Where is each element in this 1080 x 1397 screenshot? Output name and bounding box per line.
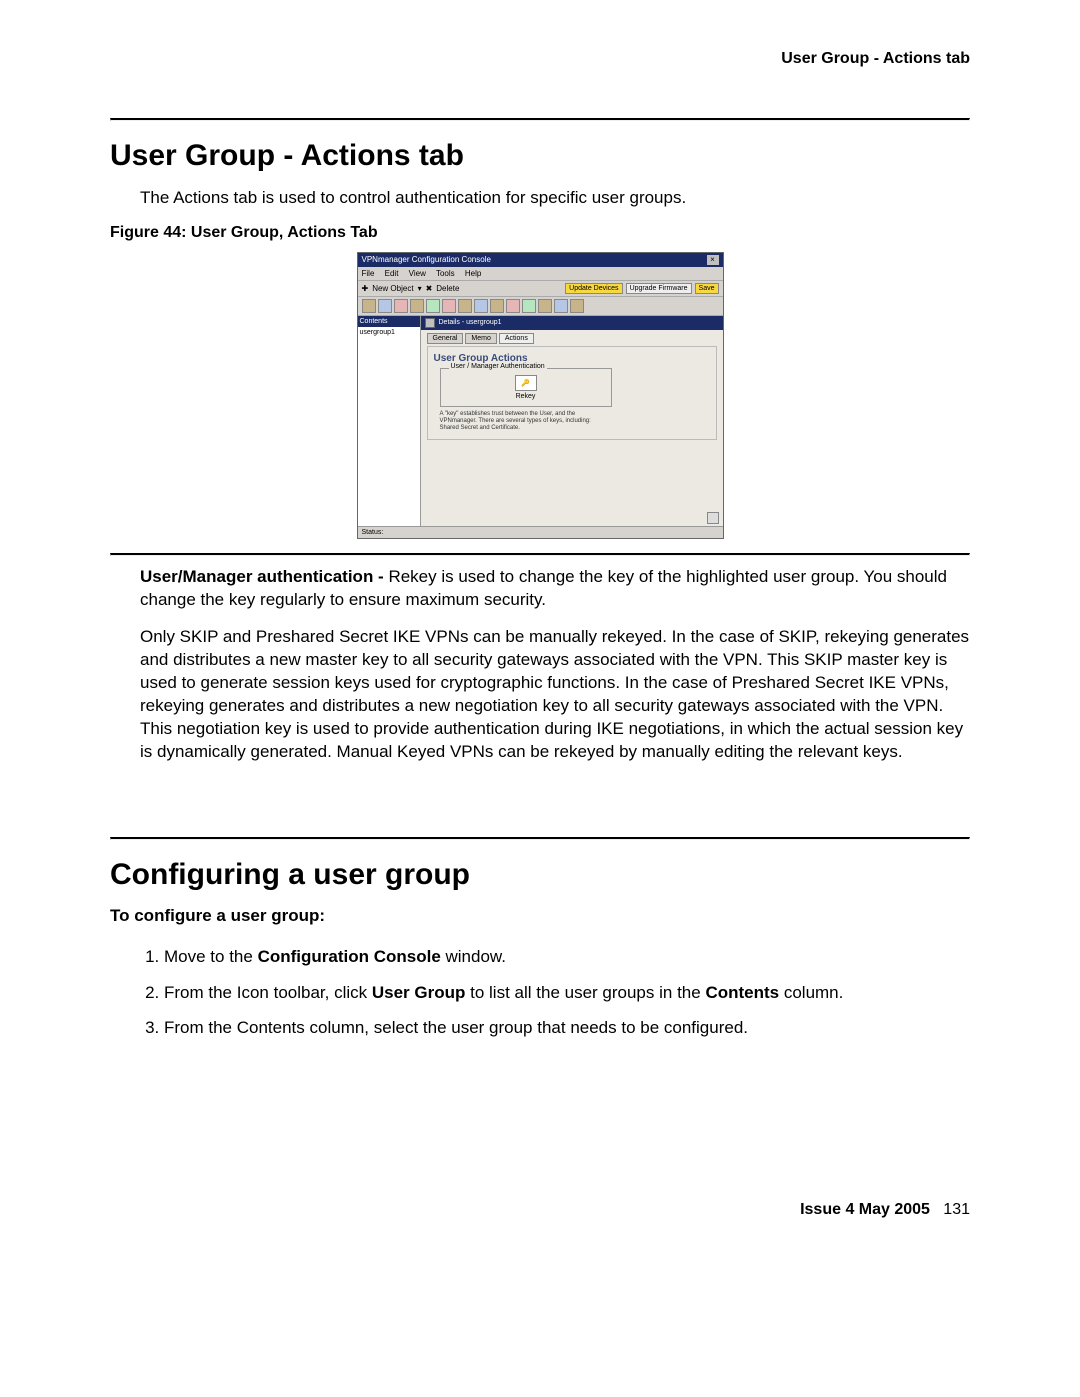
close-icon[interactable]: × <box>707 255 719 265</box>
tab-memo[interactable]: Memo <box>465 333 496 344</box>
contents-item[interactable]: usergroup1 <box>358 327 420 338</box>
step-1: Move to the Configuration Console window… <box>164 943 970 970</box>
mock-window: VPNmanager Configuration Console × File … <box>357 252 724 539</box>
menu-view[interactable]: View <box>409 269 426 278</box>
contents-header: Contents <box>358 316 420 327</box>
toolbar-icon[interactable] <box>442 299 456 313</box>
toolbar-icon[interactable] <box>394 299 408 313</box>
steps-list: Move to the Configuration Console window… <box>110 943 970 1041</box>
new-object-label[interactable]: New Object <box>372 284 413 293</box>
toolbar-icon[interactable] <box>554 299 568 313</box>
rule-top <box>110 118 970 121</box>
dropdown-icon[interactable]: ▾ <box>418 284 422 293</box>
upgrade-firmware-button[interactable]: Upgrade Firmware <box>626 283 692 294</box>
step-bold: User Group <box>372 983 466 1002</box>
step-bold: Configuration Console <box>258 947 441 966</box>
status-bar: Status: <box>358 526 723 538</box>
rule-sec2 <box>110 837 970 840</box>
delete-icon[interactable]: ✖ <box>426 284 433 293</box>
step-bold: Contents <box>705 983 779 1002</box>
step-text: Move to the <box>164 947 258 966</box>
toolbar-icon[interactable] <box>570 299 584 313</box>
mock-toolbar: ✚ New Object ▾ ✖ Delete Update Devices U… <box>358 281 723 297</box>
toolbar-icon[interactable] <box>426 299 440 313</box>
page-footer: Issue 4 May 2005 131 <box>110 1201 970 1219</box>
section1-intro: The Actions tab is used to control authe… <box>140 187 970 210</box>
auth-description: A "key" establishes trust between the Us… <box>440 411 610 433</box>
menu-file[interactable]: File <box>362 269 375 278</box>
menu-edit[interactable]: Edit <box>385 269 399 278</box>
save-button[interactable]: Save <box>695 283 719 294</box>
footer-issue: Issue 4 May 2005 <box>800 1201 930 1218</box>
menu-help[interactable]: Help <box>465 269 481 278</box>
figure-caption: Figure 44: User Group, Actions Tab <box>110 224 970 242</box>
tabs-row: General Memo Actions <box>421 330 723 344</box>
update-devices-button[interactable]: Update Devices <box>565 283 622 294</box>
step-3: From the Contents column, select the use… <box>164 1014 970 1041</box>
rule-mid <box>110 553 970 556</box>
tab-general[interactable]: General <box>427 333 464 344</box>
details-panel: Details - usergroup1 General Memo Action… <box>421 316 723 526</box>
step-text: to list all the user groups in the <box>465 983 705 1002</box>
section2-title: Configuring a user group <box>110 858 970 892</box>
toolbar-icon[interactable] <box>362 299 376 313</box>
paragraph-auth: User/Manager authentication - Rekey is u… <box>140 566 970 612</box>
resize-icon[interactable] <box>707 512 719 524</box>
toolbar-icon[interactable] <box>474 299 488 313</box>
mock-titlebar: VPNmanager Configuration Console × <box>358 253 723 267</box>
details-header: Details - usergroup1 <box>421 316 723 330</box>
actions-panel: User Group Actions User / Manager Authen… <box>427 346 717 440</box>
step-text: window. <box>441 947 506 966</box>
icon-toolbar <box>358 297 723 316</box>
rekey-button[interactable]: Rekey <box>451 393 601 400</box>
menu-tools[interactable]: Tools <box>436 269 455 278</box>
paragraph-skip: Only SKIP and Preshared Secret IKE VPNs … <box>140 626 970 764</box>
new-object-icon[interactable]: ✚ <box>362 284 369 293</box>
step-text: column. <box>779 983 843 1002</box>
auth-groupbox: User / Manager Authentication 🔑 Rekey <box>440 368 612 407</box>
tab-actions[interactable]: Actions <box>499 333 534 344</box>
step-2: From the Icon toolbar, click User Group … <box>164 979 970 1006</box>
details-title: Details - usergroup1 <box>439 319 502 326</box>
toolbar-icon[interactable] <box>538 299 552 313</box>
toolbar-icon[interactable] <box>458 299 472 313</box>
delete-label[interactable]: Delete <box>436 284 459 293</box>
toolbar-icon[interactable] <box>410 299 424 313</box>
step-text: From the Icon toolbar, click <box>164 983 372 1002</box>
groupbox-legend: User / Manager Authentication <box>449 363 547 370</box>
key-icon[interactable]: 🔑 <box>515 375 537 391</box>
section1-title: User Group - Actions tab <box>110 139 970 173</box>
auth-bold: User/Manager authentication - <box>140 567 388 586</box>
toolbar-icon[interactable] <box>522 299 536 313</box>
toggle-icon[interactable] <box>425 318 435 328</box>
contents-panel: Contents usergroup1 <box>358 316 421 526</box>
toolbar-icon[interactable] <box>490 299 504 313</box>
mock-body: Contents usergroup1 Details - usergroup1… <box>358 316 723 526</box>
toolbar-icon[interactable] <box>506 299 520 313</box>
toolbar-icon[interactable] <box>378 299 392 313</box>
figure-44: VPNmanager Configuration Console × File … <box>110 252 970 539</box>
page-header-right: User Group - Actions tab <box>110 50 970 68</box>
section2-subtitle: To configure a user group: <box>110 906 970 926</box>
mock-title-text: VPNmanager Configuration Console <box>362 255 491 264</box>
mock-menubar: File Edit View Tools Help <box>358 267 723 281</box>
footer-page: 131 <box>943 1201 970 1218</box>
